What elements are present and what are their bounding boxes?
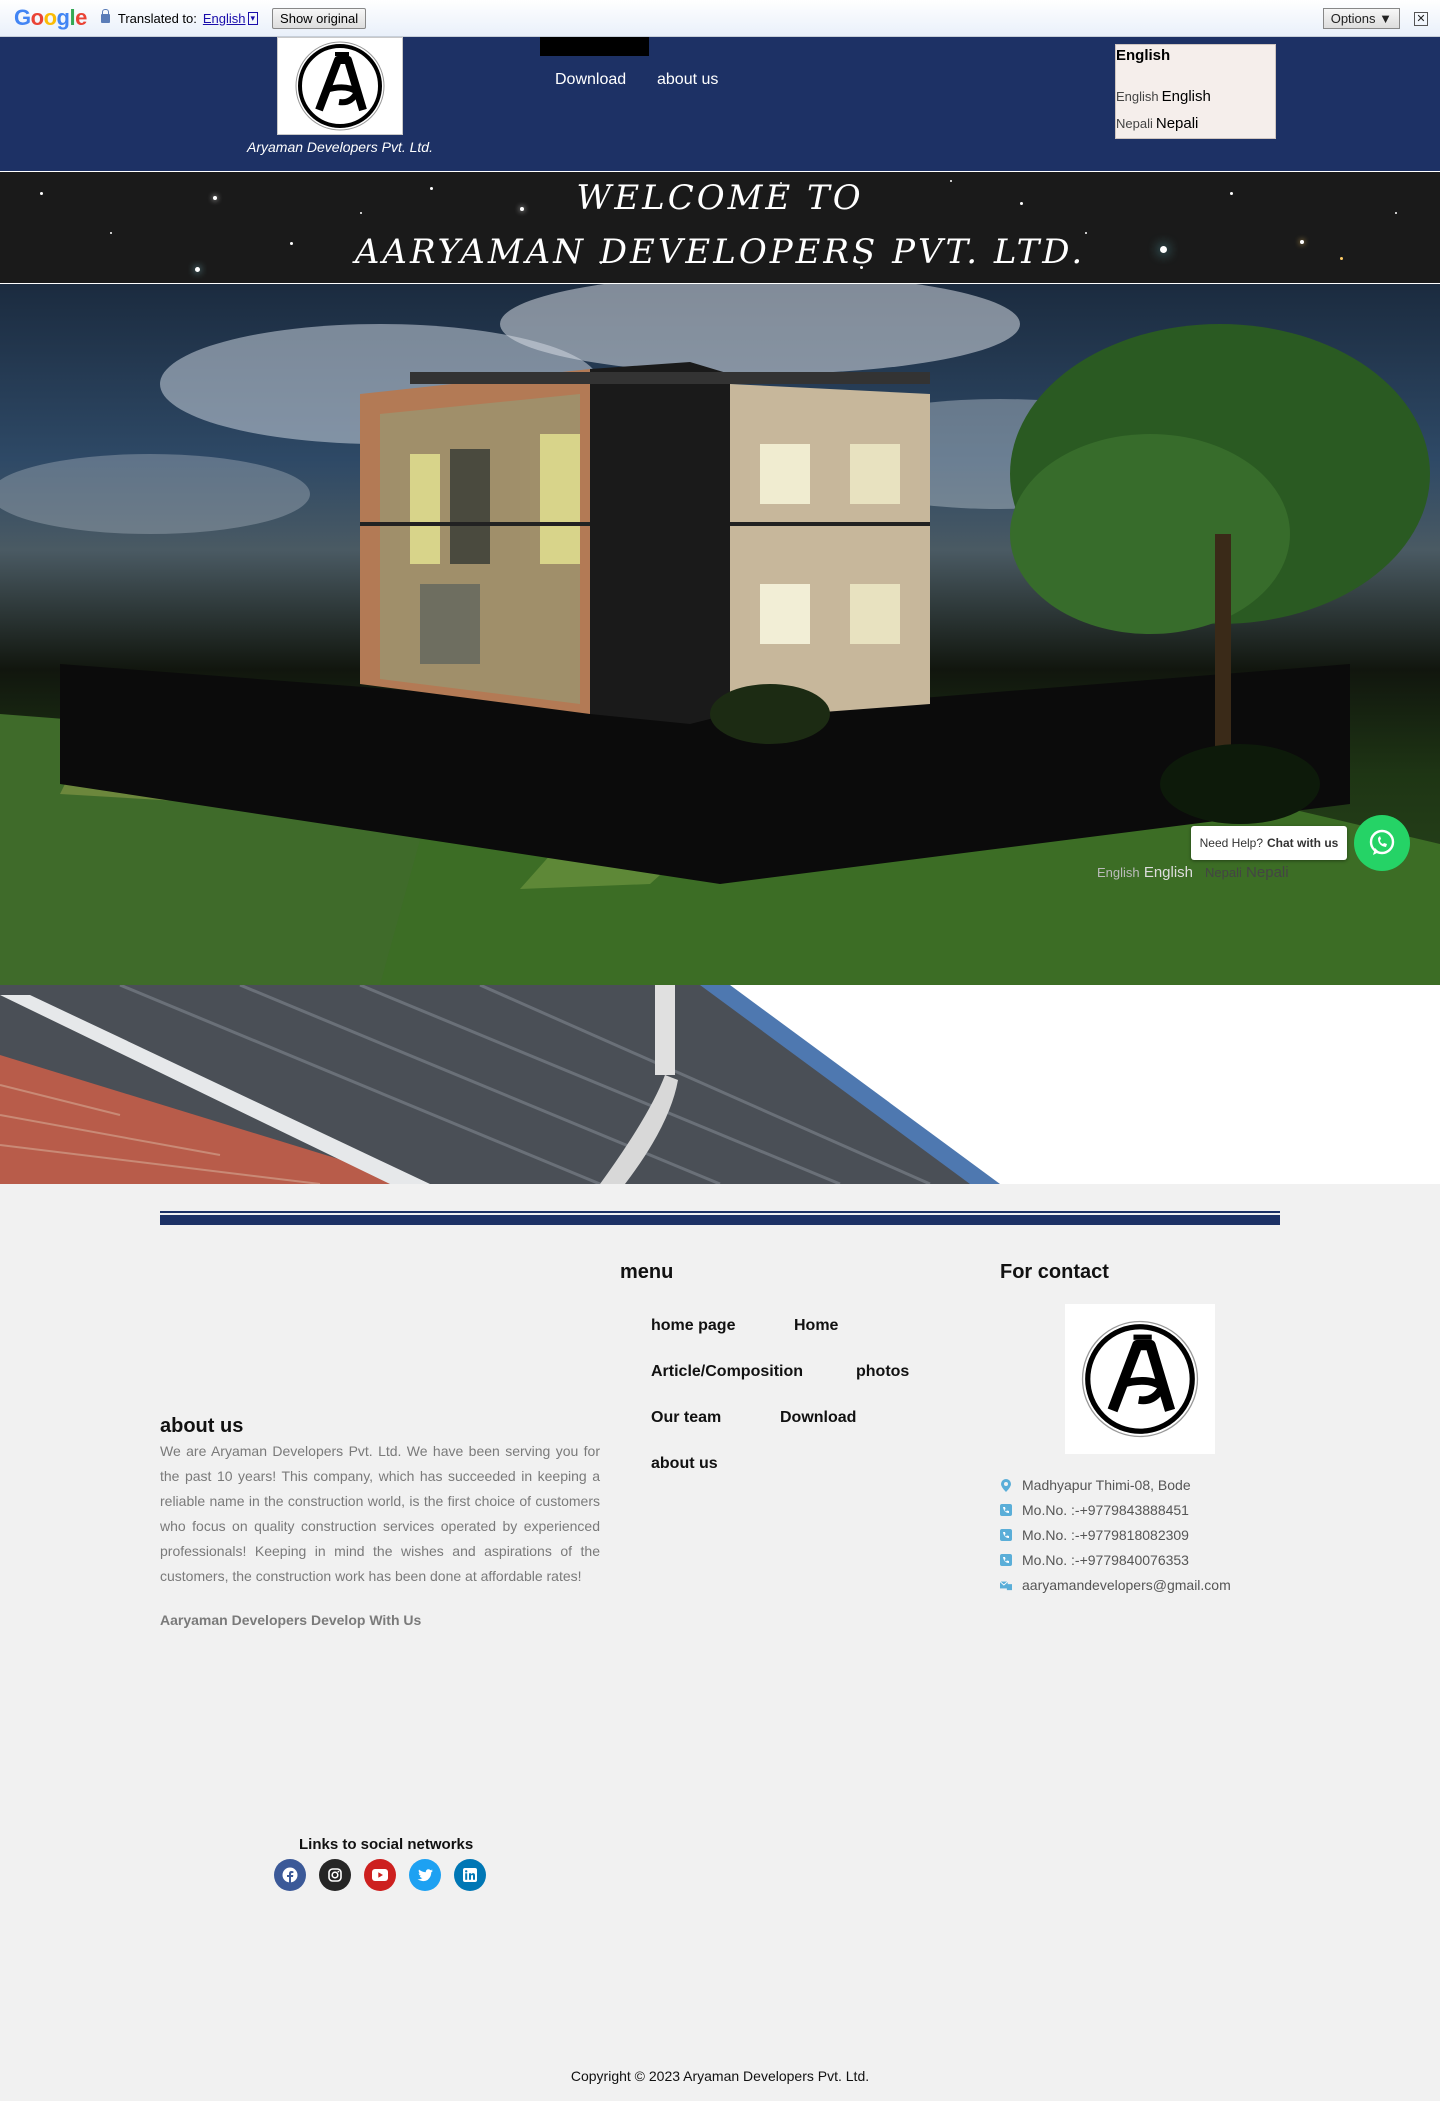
contact-phone-text: Mo.No. :-+9779843888451 [1022,1502,1189,1518]
nav-download[interactable]: Download [555,71,626,89]
active-nav-indicator[interactable] [540,37,649,56]
nav-about-us[interactable]: about us [657,71,718,89]
whatsapp-chat-button[interactable] [1354,815,1410,871]
contact-phone[interactable]: Mo.No. :-+9779840076353 [1000,1552,1189,1568]
nepali-flag-icon: Nepali [1205,865,1242,880]
menu-item-home[interactable]: Home [794,1317,838,1335]
translate-bar: Google Translated to: English ▾ Show ori… [0,0,1440,37]
language-switcher: English English English Nepali Nepali [1115,44,1276,139]
hero-image: Need Help? Chat with us English English … [0,284,1440,985]
linkedin-icon [463,1868,477,1882]
language-dropdown-icon[interactable]: ▾ [247,11,259,25]
footer-divider-bar [160,1215,1280,1225]
contact-email-text: aaryamandevelopers@gmail.com [1022,1577,1231,1593]
menu-heading: menu [620,1261,674,1283]
contact-phone[interactable]: Mo.No. :-+9779818082309 [1000,1527,1189,1543]
youtube-icon [372,1869,388,1881]
menu-item-photos[interactable]: photos [856,1363,909,1381]
language-option-label: English [1161,88,1211,105]
mail-icon [1000,1579,1012,1591]
linkedin-link[interactable] [454,1859,486,1891]
hero-language-english[interactable]: English English [1097,864,1193,881]
facebook-icon [282,1867,298,1883]
language-option-label: Nepali [1155,115,1199,132]
google-logo: Google [14,5,87,30]
english-flag-icon: English [1097,865,1140,880]
welcome-heading-line2: AARYAMAN DEVELOPERS PVT. LTD. [354,232,1086,272]
welcome-banner: WELCOME TO AARYAMAN DEVELOPERS PVT. LTD. [0,171,1440,284]
nepali-flag-icon: Nepali [1116,116,1153,131]
whatsapp-help-tooltip[interactable]: Need Help? Chat with us [1191,826,1347,860]
contact-heading: For contact [1000,1261,1109,1283]
translated-to-label: Translated to: [117,10,197,26]
instagram-link[interactable] [319,1859,351,1891]
phone-icon [1000,1504,1012,1516]
menu-item-download[interactable]: Download [780,1409,856,1427]
company-caption: Aryaman Developers Pvt. Ltd. [247,139,433,155]
roof-illustration [0,985,1000,1184]
about-us-tagline: Aaryaman Developers Develop With Us [160,1612,422,1628]
twitter-icon [417,1868,433,1881]
phone-icon [1000,1529,1012,1541]
menu-item-about-us[interactable]: about us [651,1455,718,1473]
translate-language-link[interactable]: English [203,11,246,26]
close-icon[interactable]: ✕ [1414,12,1428,26]
map-marker-icon [1000,1478,1012,1492]
footer-divider [160,1211,1280,1213]
instagram-icon [328,1868,342,1882]
language-option-nepali[interactable]: Nepali Nepali [1116,115,1198,132]
hero-language-nepali[interactable]: Nepali Nepali [1205,864,1289,881]
whatsapp-tip-prefix: Need Help? [1199,836,1264,850]
contact-address-text: Madhyapur Thimi-08, Bode [1022,1477,1191,1493]
whatsapp-tip-cta: Chat with us [1267,836,1339,850]
youtube-link[interactable] [364,1859,396,1891]
contact-phone[interactable]: Mo.No. :-+9779843888451 [1000,1502,1189,1518]
hero-language-label: English [1143,864,1194,881]
site-logo[interactable] [277,37,403,135]
menu-item-article[interactable]: Article/Composition [651,1363,803,1381]
phone-icon [1000,1554,1012,1566]
menu-item-our-team[interactable]: Our team [651,1409,721,1427]
logo-mark [1081,1320,1199,1438]
about-us-text: We are Aryaman Developers Pvt. Ltd. We h… [160,1443,600,1584]
twitter-link[interactable] [409,1859,441,1891]
options-button[interactable]: Options ▼ [1322,8,1400,29]
whatsapp-icon [1369,829,1395,855]
welcome-heading-line1: WELCOME TO [576,178,864,218]
language-option-english[interactable]: English English [1116,88,1211,105]
menu-item-home-page[interactable]: home page [651,1317,735,1335]
contact-phone-text: Mo.No. :-+9779840076353 [1022,1552,1189,1568]
language-switcher-title: English [1116,47,1171,64]
copyright-text: Copyright © 2023 Aryaman Developers Pvt.… [570,2068,870,2084]
site-header: Aryaman Developers Pvt. Ltd. Download ab… [0,37,1440,171]
logo-mark [295,41,385,131]
hero-language-switcher: English English Nepali Nepali [1097,864,1289,881]
show-original-button[interactable]: Show original [272,7,367,29]
about-us-heading: about us [160,1415,244,1437]
roof-image [0,985,1440,1184]
hero-language-label: Nepali [1246,864,1289,881]
contact-email[interactable]: aaryamandevelopers@gmail.com [1000,1577,1231,1593]
social-links-heading: Links to social networks [299,1836,474,1853]
contact-address: Madhyapur Thimi-08, Bode [1000,1477,1191,1493]
contact-phone-text: Mo.No. :-+9779818082309 [1022,1527,1189,1543]
contact-logo [1065,1304,1215,1454]
lock-icon [100,8,110,23]
english-flag-icon: English [1116,89,1159,104]
facebook-link[interactable] [274,1859,306,1891]
